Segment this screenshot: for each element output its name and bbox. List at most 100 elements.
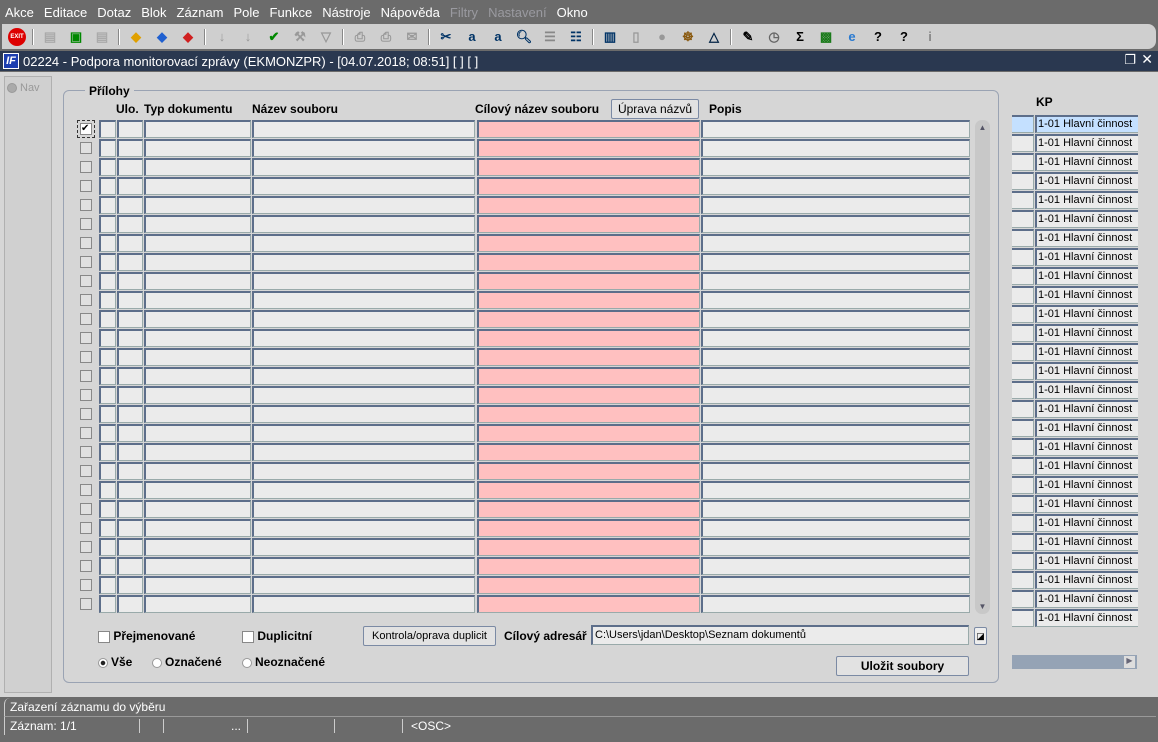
helm-icon[interactable]: ☸ (678, 28, 698, 46)
insert-record-icon[interactable]: ▤ (40, 28, 60, 46)
typ-dokumentu-cell[interactable] (144, 538, 251, 556)
ulo-flag-cell[interactable] (99, 481, 116, 499)
kp-row-indicator[interactable] (1012, 400, 1034, 418)
report-icon[interactable]: ✎ (738, 28, 758, 46)
kp-cell[interactable]: 1-01 Hlavní činnost (1035, 172, 1138, 190)
popis-cell[interactable] (701, 348, 970, 366)
kp-cell[interactable]: 1-01 Hlavní činnost (1035, 134, 1138, 152)
ulo-cell[interactable] (117, 310, 143, 328)
nazev-souboru-cell[interactable] (252, 215, 475, 233)
typ-dokumentu-cell[interactable] (144, 272, 251, 290)
cilovy-nazev-cell[interactable] (477, 538, 700, 556)
ulo-cell[interactable] (117, 272, 143, 290)
ulo-cell[interactable] (117, 120, 143, 138)
cilovy-nazev-cell[interactable] (477, 462, 700, 480)
nazev-souboru-cell[interactable] (252, 329, 475, 347)
kp-row-indicator[interactable] (1012, 324, 1034, 342)
ulo-cell[interactable] (117, 443, 143, 461)
close-icon[interactable]: ✕ (1141, 51, 1153, 68)
excel-icon[interactable]: ▩ (816, 28, 836, 46)
nazev-souboru-cell[interactable] (252, 139, 475, 157)
kp-cell[interactable]: 1-01 Hlavní činnost (1035, 305, 1138, 323)
sort-desc-icon[interactable]: ↓ (238, 28, 258, 46)
kp-row-indicator[interactable] (1012, 286, 1034, 304)
cilovy-nazev-cell[interactable] (477, 215, 700, 233)
nazev-souboru-cell[interactable] (252, 481, 475, 499)
radio-oznacene[interactable]: Označené (152, 655, 222, 669)
ulo-cell[interactable] (117, 234, 143, 252)
kp-cell[interactable]: 1-01 Hlavní činnost (1035, 457, 1138, 475)
kp-row-indicator[interactable] (1012, 419, 1034, 437)
row-select-checkbox[interactable] (80, 161, 92, 173)
nazev-souboru-cell[interactable] (252, 367, 475, 385)
nazev-souboru-cell[interactable] (252, 196, 475, 214)
menu-2[interactable]: Dotaz (97, 5, 131, 20)
nazev-souboru-cell[interactable] (252, 538, 475, 556)
nazev-souboru-cell[interactable] (252, 405, 475, 423)
nazev-souboru-cell[interactable] (252, 462, 475, 480)
kp-cell[interactable]: 1-01 Hlavní činnost (1035, 590, 1138, 608)
cilovy-nazev-cell[interactable] (477, 177, 700, 195)
cilovy-nazev-cell[interactable] (477, 500, 700, 518)
mail-icon[interactable]: ✉ (402, 28, 422, 46)
row-select-checkbox[interactable] (80, 237, 92, 249)
tree-icon[interactable]: ☷ (566, 28, 586, 46)
ulo-cell[interactable] (117, 500, 143, 518)
cancel-query-icon[interactable]: ◆ (178, 28, 198, 46)
nazev-souboru-cell[interactable] (252, 595, 475, 613)
nazev-souboru-cell[interactable] (252, 234, 475, 252)
typ-dokumentu-cell[interactable] (144, 443, 251, 461)
ulo-flag-cell[interactable] (99, 158, 116, 176)
ulo-cell[interactable] (117, 519, 143, 537)
kp-cell[interactable]: 1-01 Hlavní činnost (1035, 115, 1138, 133)
vertical-scrollbar[interactable]: ▲ ▼ (975, 120, 990, 614)
row-select-checkbox[interactable] (80, 579, 92, 591)
cilovy-nazev-cell[interactable] (477, 139, 700, 157)
cilovy-nazev-cell[interactable] (477, 557, 700, 575)
delete-record-icon[interactable]: ▤ (92, 28, 112, 46)
menu-3[interactable]: Blok (141, 5, 166, 20)
ulo-flag-cell[interactable] (99, 196, 116, 214)
popis-cell[interactable] (701, 120, 970, 138)
nazev-souboru-cell[interactable] (252, 348, 475, 366)
nazev-souboru-cell[interactable] (252, 500, 475, 518)
kp-row-indicator[interactable] (1012, 571, 1034, 589)
ulo-flag-cell[interactable] (99, 367, 116, 385)
nazev-souboru-cell[interactable] (252, 158, 475, 176)
kp-cell[interactable]: 1-01 Hlavní činnost (1035, 210, 1138, 228)
popis-cell[interactable] (701, 500, 970, 518)
ulo-flag-cell[interactable] (99, 291, 116, 309)
cilovy-nazev-cell[interactable] (477, 386, 700, 404)
kp-cell[interactable]: 1-01 Hlavní činnost (1035, 362, 1138, 380)
filter-icon[interactable]: ▽ (316, 28, 336, 46)
kp-cell[interactable]: 1-01 Hlavní činnost (1035, 533, 1138, 551)
typ-dokumentu-cell[interactable] (144, 158, 251, 176)
nazev-souboru-cell[interactable] (252, 557, 475, 575)
cilovy-nazev-cell[interactable] (477, 519, 700, 537)
wrench-icon[interactable]: ⚒ (290, 28, 310, 46)
ulo-cell[interactable] (117, 348, 143, 366)
menu-10[interactable]: Nastavení (488, 5, 547, 20)
cilovy-nazev-cell[interactable] (477, 595, 700, 613)
kp-row-indicator[interactable] (1012, 267, 1034, 285)
row-select-checkbox[interactable] (80, 408, 92, 420)
save-record-icon[interactable]: ▣ (66, 28, 86, 46)
menu-6[interactable]: Funkce (270, 5, 313, 20)
kp-row-indicator[interactable] (1012, 362, 1034, 380)
row-select-checkbox[interactable] (80, 427, 92, 439)
ulo-flag-cell[interactable] (99, 348, 116, 366)
check-icon[interactable]: ✔ (264, 28, 284, 46)
typ-dokumentu-cell[interactable] (144, 500, 251, 518)
ulo-cell[interactable] (117, 291, 143, 309)
popis-cell[interactable] (701, 234, 970, 252)
row-select-checkbox[interactable] (80, 522, 92, 534)
popis-cell[interactable] (701, 158, 970, 176)
cilovy-nazev-cell[interactable] (477, 348, 700, 366)
nazev-souboru-cell[interactable] (252, 519, 475, 537)
radio-vse[interactable]: Vše (98, 655, 132, 669)
ulo-flag-cell[interactable] (99, 595, 116, 613)
kp-cell[interactable]: 1-01 Hlavní činnost (1035, 267, 1138, 285)
row-select-checkbox[interactable] (80, 275, 92, 287)
kp-row-indicator[interactable] (1012, 476, 1034, 494)
popis-cell[interactable] (701, 253, 970, 271)
